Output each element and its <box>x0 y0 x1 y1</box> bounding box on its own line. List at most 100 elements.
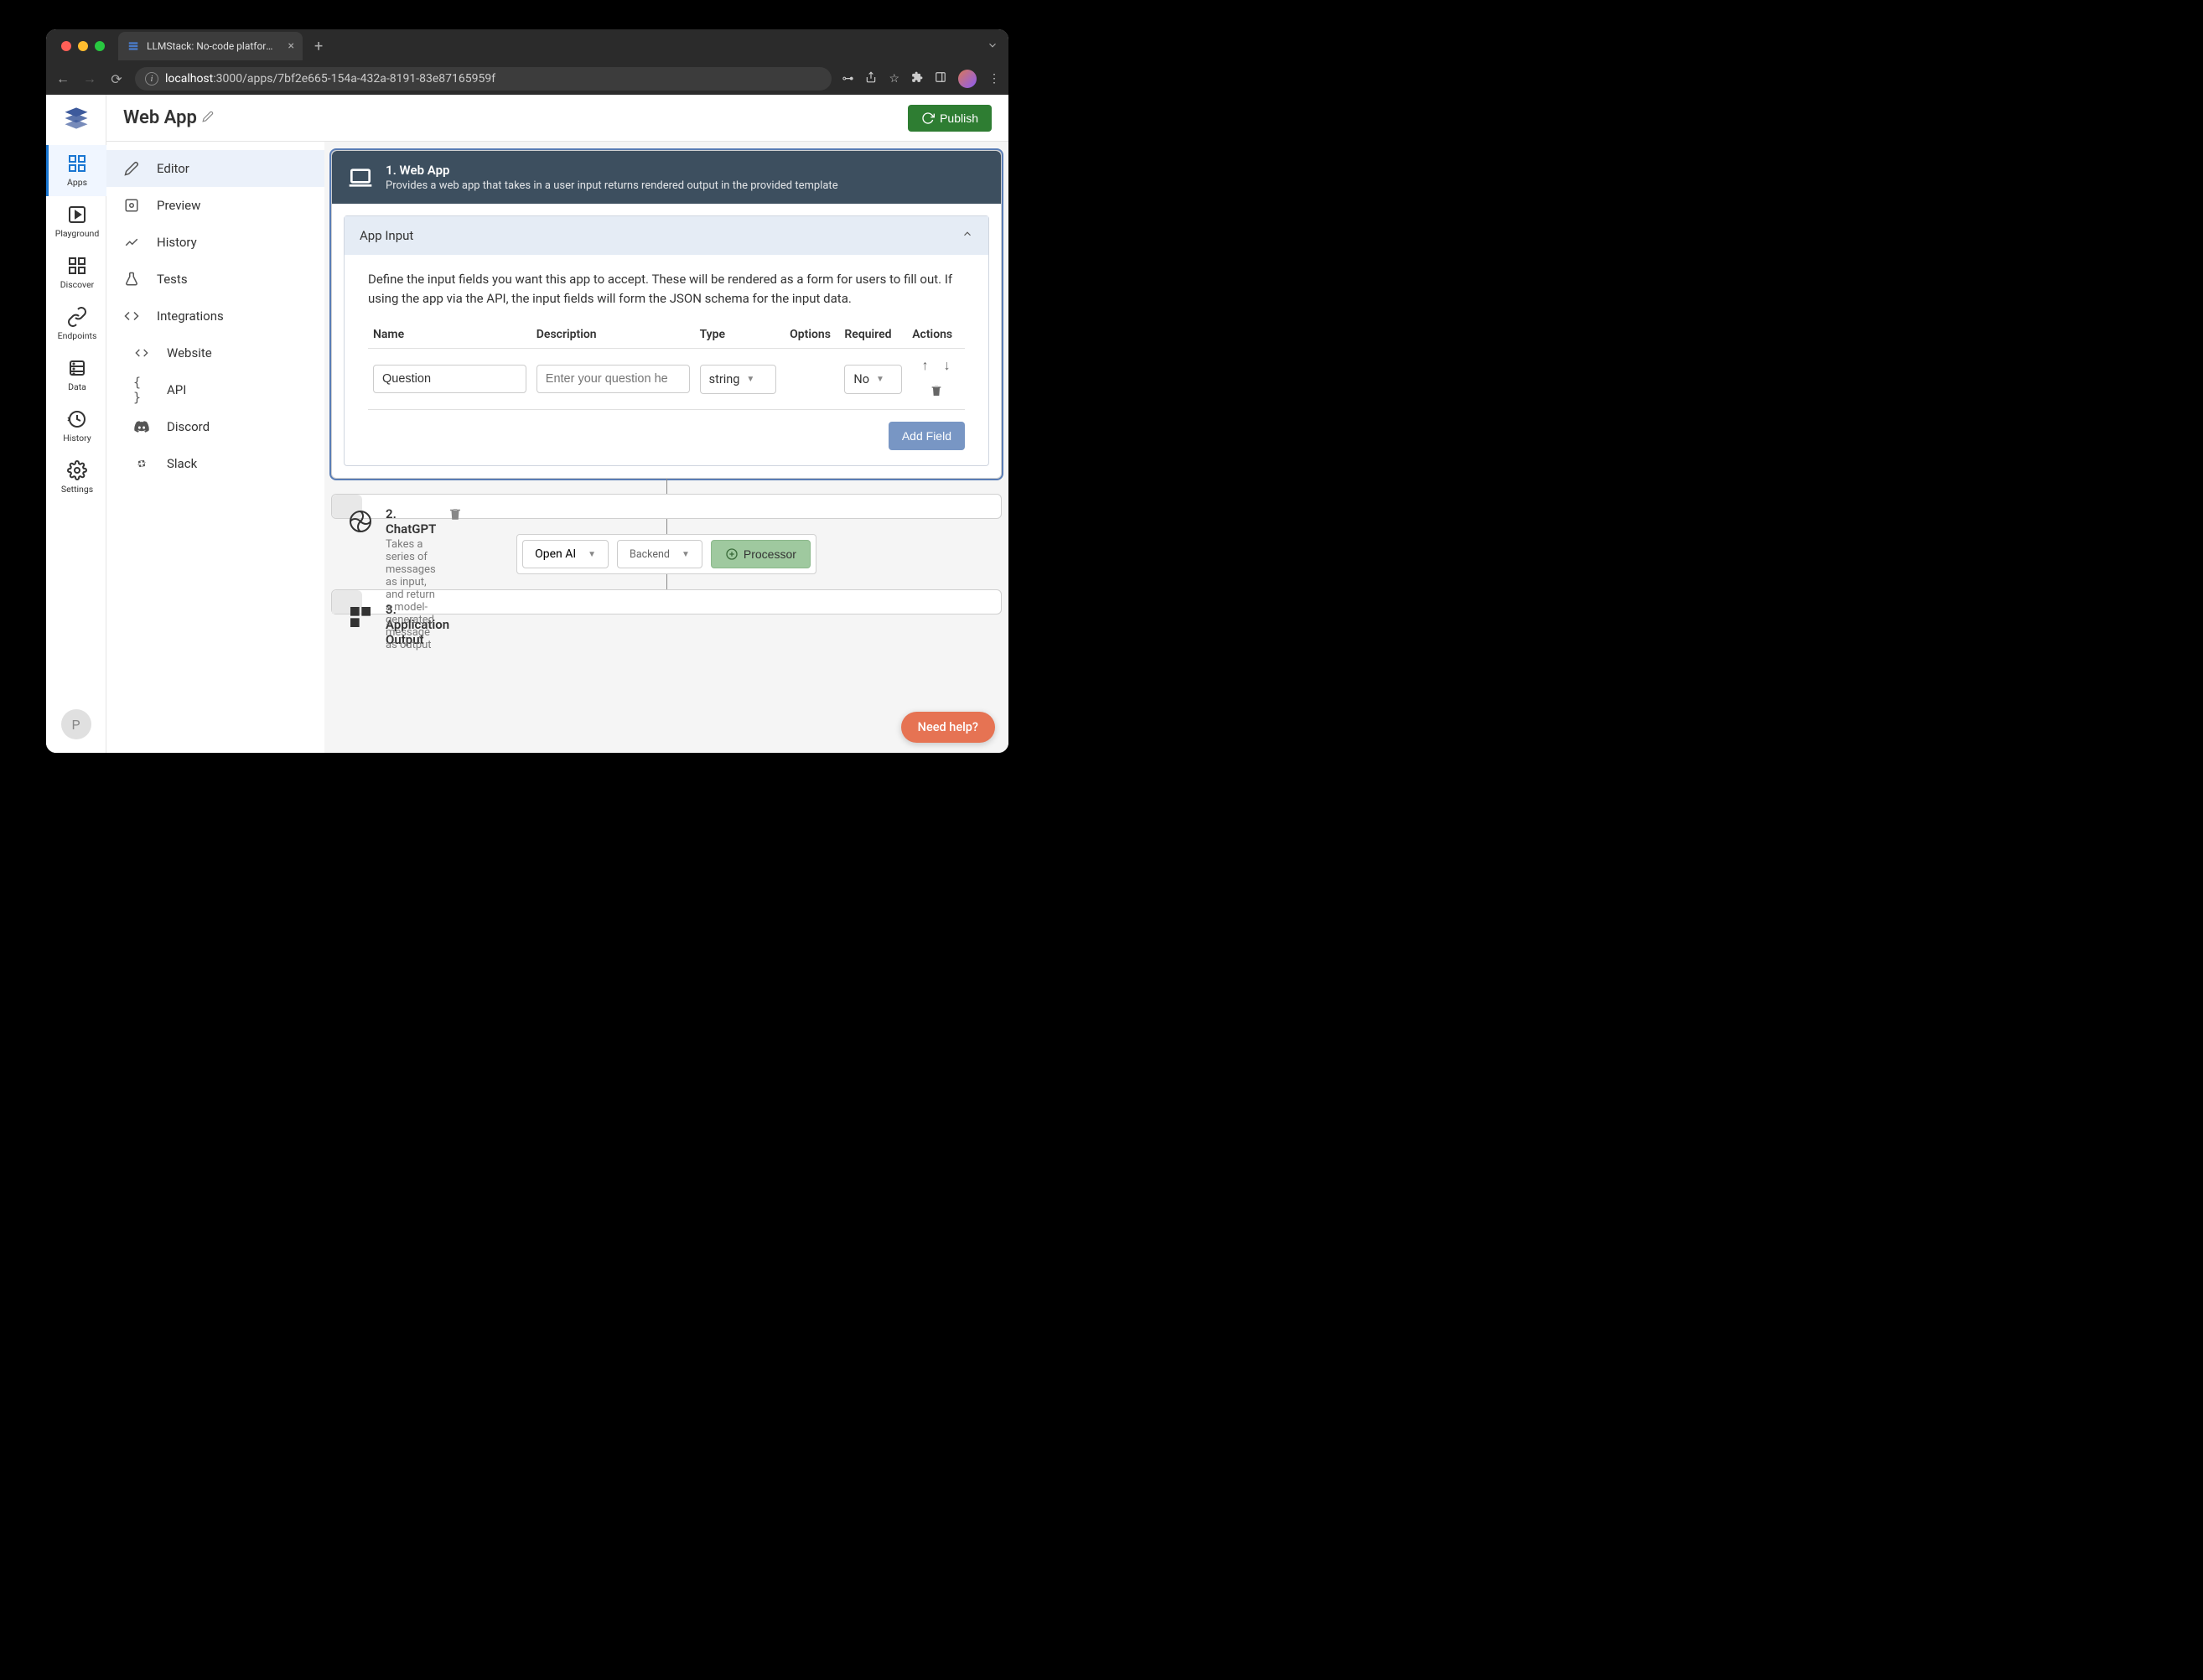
back-icon[interactable]: ← <box>54 70 71 87</box>
col-desc: Description <box>531 321 695 349</box>
field-type-select[interactable]: string ▼ <box>700 365 776 394</box>
close-window-icon[interactable] <box>61 41 71 51</box>
discord-icon <box>133 418 150 435</box>
add-field-button[interactable]: Add Field <box>889 422 965 450</box>
rail-settings[interactable]: Settings <box>46 452 106 503</box>
step-header-output: 3. Application Output <box>332 590 362 614</box>
header-bar: Web App Publish <box>106 95 1008 142</box>
move-down-icon[interactable]: ↓ <box>944 357 951 374</box>
provider-select[interactable]: Open AI ▼ <box>522 540 609 568</box>
menu-history-label: History <box>157 235 197 250</box>
share-icon[interactable] <box>865 71 877 86</box>
menu-preview-label: Preview <box>157 198 200 213</box>
publish-icon <box>921 111 935 125</box>
menu-integrations[interactable]: Integrations <box>106 298 324 334</box>
rail-history[interactable]: History <box>46 401 106 452</box>
menu-icon[interactable]: ⋮ <box>988 72 1000 86</box>
table-row: string ▼ No <box>368 349 965 410</box>
new-tab-icon[interactable]: + <box>314 38 323 55</box>
menu-tests-label: Tests <box>157 272 188 287</box>
publish-button[interactable]: Publish <box>908 105 992 132</box>
minimize-window-icon[interactable] <box>78 41 88 51</box>
step-card-chatgpt[interactable]: 2. ChatGPT Takes a series of messages as… <box>331 494 1002 519</box>
menu-integrations-label: Integrations <box>157 309 224 324</box>
toolbar-icons: ⊶ ☆ ⋮ <box>842 70 1000 88</box>
rail-settings-label: Settings <box>61 484 93 495</box>
menu-slack-label: Slack <box>167 456 197 471</box>
tab-close-icon[interactable]: × <box>288 39 294 53</box>
rail-data-label: Data <box>68 381 86 392</box>
delete-icon[interactable] <box>930 384 943 401</box>
step2-subtitle: Takes a series of messages as input, and… <box>386 538 436 651</box>
app-body: Apps Playground Discover Endpoints Data … <box>46 95 1008 753</box>
integrations-icon <box>123 308 140 324</box>
tab-title: LLMStack: No-code platform to <box>147 40 282 52</box>
menu-api[interactable]: { } API <box>106 371 324 408</box>
rail-endpoints[interactable]: Endpoints <box>46 298 106 350</box>
tab-favicon-icon <box>127 39 140 53</box>
menu-discord[interactable]: Discord <box>106 408 324 445</box>
col-required: Required <box>839 321 907 349</box>
page-title: Web App <box>123 107 197 128</box>
browser-tab[interactable]: LLMStack: No-code platform to × <box>118 32 303 60</box>
reload-icon[interactable]: ⟳ <box>108 71 125 87</box>
menu-website-label: Website <box>167 345 212 360</box>
key-icon[interactable]: ⊶ <box>842 72 853 86</box>
bookmark-icon[interactable]: ☆ <box>889 72 899 86</box>
rail-data[interactable]: Data <box>46 350 106 401</box>
col-actions: Actions <box>907 321 965 349</box>
rail-playground[interactable]: Playground <box>46 196 106 247</box>
maximize-window-icon[interactable] <box>95 41 105 51</box>
menu-slack[interactable]: Slack <box>106 445 324 482</box>
rail-discover[interactable]: Discover <box>46 247 106 298</box>
output-icon <box>347 604 374 630</box>
connector-line <box>666 574 667 589</box>
add-processor-button[interactable]: Processor <box>711 540 811 568</box>
menu-preview[interactable]: Preview <box>106 187 324 224</box>
field-name-input[interactable] <box>373 365 526 393</box>
field-desc-input[interactable] <box>536 365 690 393</box>
backend-select[interactable]: Backend ▼ <box>617 540 702 568</box>
caret-down-icon: ▼ <box>746 375 754 384</box>
url-input[interactable]: i localhost:3000/apps/7bf2e665-154a-432a… <box>135 67 832 91</box>
user-avatar[interactable]: P <box>61 709 91 739</box>
plus-circle-icon <box>725 547 739 561</box>
traffic-lights <box>61 41 105 51</box>
tab-bar: LLMStack: No-code platform to × + <box>46 29 1008 63</box>
caret-down-icon: ▼ <box>588 550 596 559</box>
user-initial: P <box>71 717 80 733</box>
chrome-dropdown-icon[interactable] <box>987 39 998 54</box>
sidepanel-icon[interactable] <box>935 71 946 86</box>
site-info-icon[interactable]: i <box>145 72 158 86</box>
col-name: Name <box>368 321 531 349</box>
caret-down-icon: ▼ <box>682 550 690 559</box>
edit-title-icon[interactable] <box>202 111 214 126</box>
extensions-icon[interactable] <box>911 71 923 86</box>
menu-editor-label: Editor <box>157 161 189 176</box>
rail-discover-label: Discover <box>60 279 94 290</box>
laptop-icon <box>347 164 374 191</box>
app-input-section: App Input Define the input fields you wa… <box>344 215 989 466</box>
forward-icon[interactable]: → <box>81 70 98 87</box>
content-row: Editor Preview History Tests <box>106 142 1008 753</box>
logo-icon[interactable] <box>61 103 91 133</box>
profile-avatar-icon[interactable] <box>958 70 977 88</box>
rail-apps[interactable]: Apps <box>46 145 106 196</box>
step1-subtitle: Provides a web app that takes in a user … <box>386 179 838 192</box>
menu-history[interactable]: History <box>106 224 324 261</box>
move-up-icon[interactable]: ↑ <box>922 357 929 374</box>
section-title: App Input <box>360 228 413 243</box>
chrome-top: LLMStack: No-code platform to × + ← → ⟳ … <box>46 29 1008 95</box>
app-input-header[interactable]: App Input <box>345 216 988 255</box>
menu-tests[interactable]: Tests <box>106 261 324 298</box>
field-required-select[interactable]: No ▼ <box>844 365 902 394</box>
canvas: 1. Web App Provides a web app that takes… <box>324 142 1008 753</box>
step-card-webapp: 1. Web App Provides a web app that takes… <box>331 150 1002 479</box>
delete-step-icon[interactable] <box>448 506 463 525</box>
menu-website[interactable]: Website <box>106 334 324 371</box>
section-body: Define the input fields you want this ap… <box>345 255 988 465</box>
menu-editor[interactable]: Editor <box>106 150 324 187</box>
collapse-icon[interactable] <box>962 228 973 243</box>
help-button[interactable]: Need help? <box>901 712 995 743</box>
main-area: Web App Publish Editor Pr <box>106 95 1008 753</box>
